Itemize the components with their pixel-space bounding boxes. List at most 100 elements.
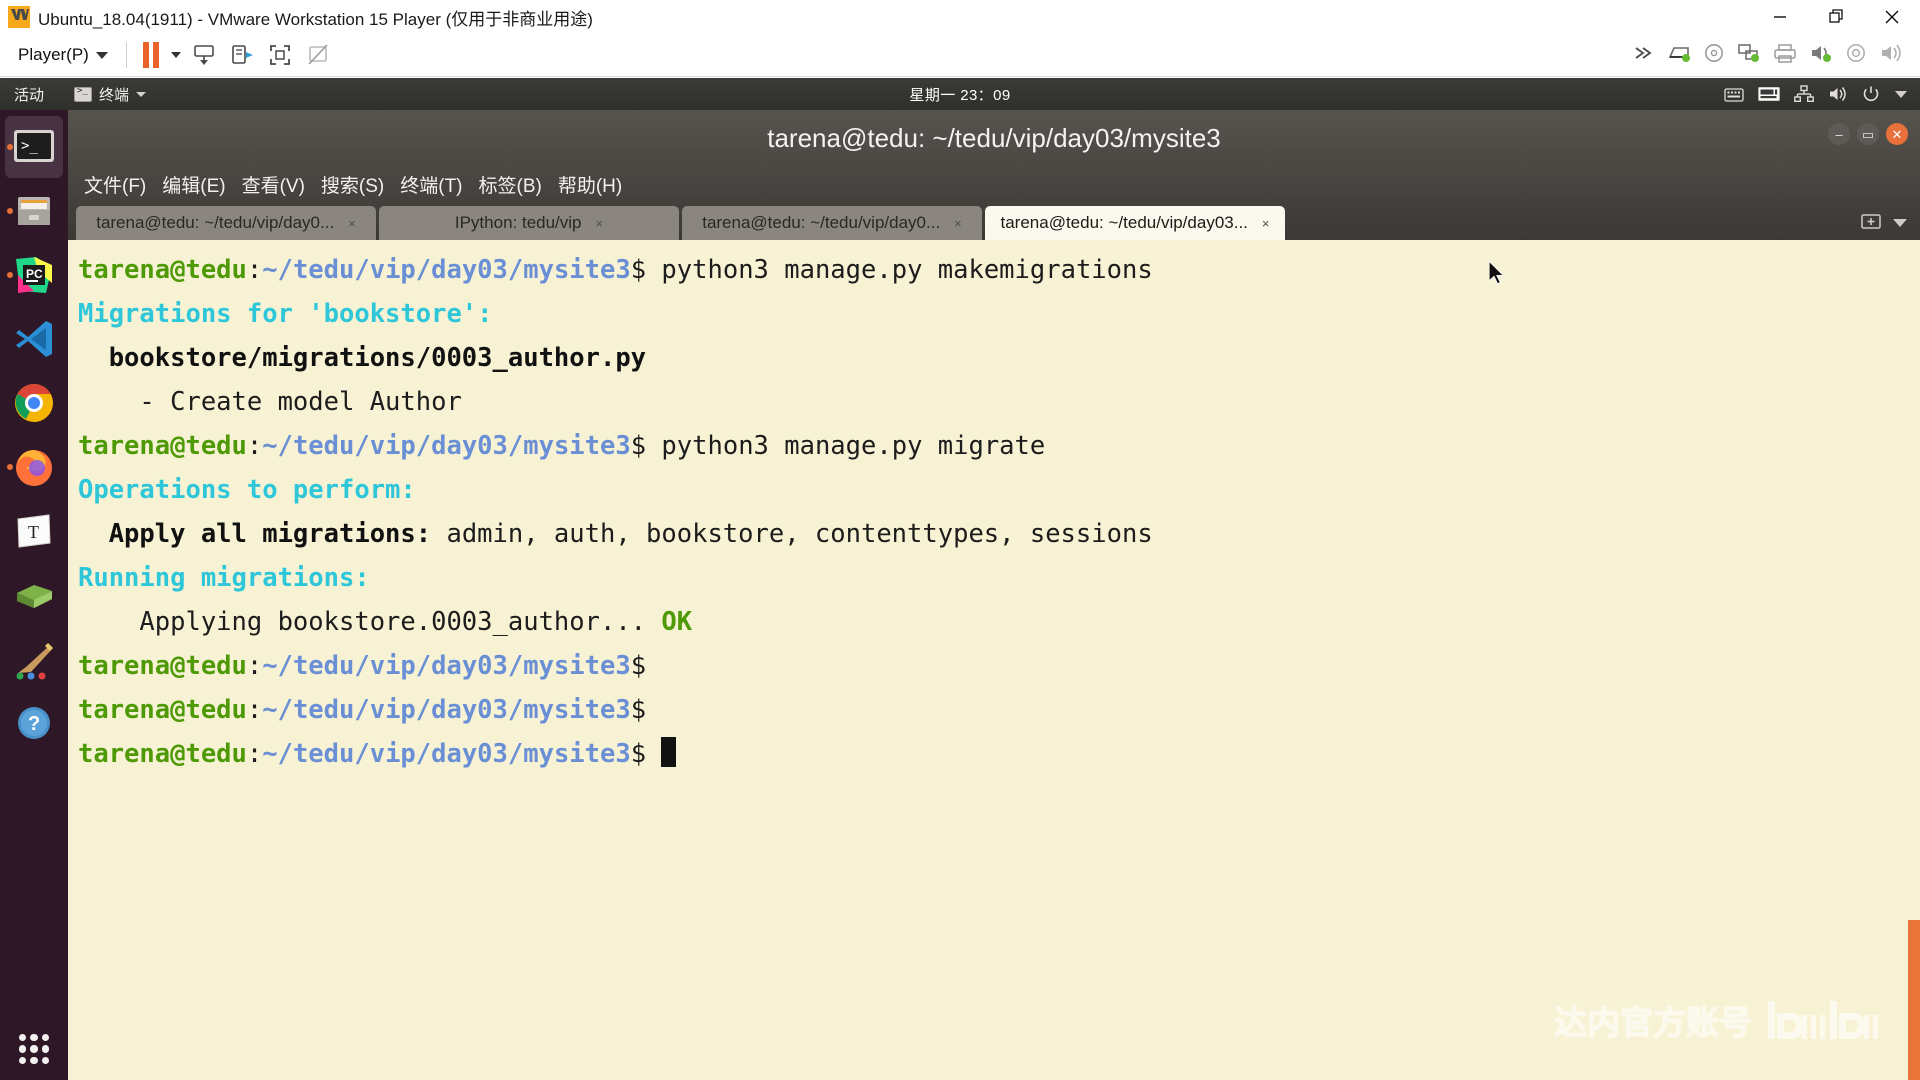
full-screen-icon[interactable] <box>261 38 299 72</box>
bilibili-logo-icon <box>1766 997 1886 1043</box>
tab-close-icon[interactable]: × <box>596 216 604 231</box>
terminal-line-4: - Create model Author <box>78 380 1920 424</box>
output-value: admin, auth, bookstore, contenttypes, se… <box>431 519 1153 549</box>
tab-close-icon[interactable]: × <box>348 216 356 231</box>
ubuntu-dock: >_ PC T ? <box>0 110 68 1080</box>
vmware-toolbar: Player(P) <box>0 34 1920 77</box>
close-icon[interactable] <box>1864 0 1920 34</box>
vmware-window-title: Ubuntu_18.04(1911) - VMware Workstation … <box>38 9 593 29</box>
menu-help[interactable]: 帮助(H) <box>558 171 622 198</box>
vmware-window-controls <box>1752 0 1920 34</box>
prompt-path: ~/tedu/vip/day03/mysite3 <box>262 431 631 461</box>
dock-item-firefox[interactable] <box>5 436 63 498</box>
minimize-icon[interactable] <box>1752 0 1808 34</box>
files-icon <box>18 197 50 225</box>
player-menu-button[interactable]: Player(P) <box>12 42 114 68</box>
menu-terminal[interactable]: 终端(T) <box>400 171 462 198</box>
app-menu-button[interactable]: 终端 <box>74 84 147 105</box>
svg-text:?: ? <box>28 713 40 735</box>
google-chrome-icon <box>15 384 53 422</box>
terminal-icon: >_ <box>14 130 54 162</box>
dock-item-help[interactable]: ? <box>5 692 63 754</box>
volume-icon[interactable] <box>1828 85 1848 103</box>
running-indicator-dot <box>7 144 13 150</box>
menu-edit[interactable]: 编辑(E) <box>162 171 225 198</box>
terminal-scrollbar[interactable] <box>1908 920 1920 1080</box>
tab-close-icon[interactable]: × <box>954 216 962 231</box>
menu-view[interactable]: 查看(V) <box>242 171 305 198</box>
dock-item-files[interactable] <box>5 180 63 242</box>
onscreen-keyboard-icon[interactable] <box>1724 86 1744 102</box>
terminal-close-button[interactable]: ✕ <box>1886 123 1908 145</box>
menu-file[interactable]: 文件(F) <box>84 171 146 198</box>
running-indicator-dot <box>7 272 13 278</box>
prompt-sigil: $ <box>630 431 647 461</box>
output-text: - Create model Author <box>78 387 462 417</box>
terminal-titlebar: tarena@tedu: ~/tedu/vip/day03/mysite3 – … <box>68 110 1920 166</box>
menu-tabs[interactable]: 标签(B) <box>479 171 542 198</box>
terminal-tab-1[interactable]: tarena@tedu: ~/tedu/vip/day0... × <box>76 206 376 240</box>
dock-item-terminal[interactable]: >_ <box>5 116 63 178</box>
terminal-output-area[interactable]: tarena@tedu:~/tedu/vip/day03/mysite3$ py… <box>68 240 1920 1080</box>
power-icon[interactable] <box>1862 85 1880 103</box>
prompt-sigil: $ <box>630 739 647 769</box>
vmware-device-icons <box>1632 34 1904 77</box>
terminal-line-7: Apply all migrations: admin, auth, books… <box>78 512 1920 556</box>
dock-item-text-editor[interactable]: T <box>5 500 63 562</box>
network-adapter-icon[interactable] <box>1736 42 1762 69</box>
terminal-maximize-button[interactable]: ▭ <box>1857 123 1879 145</box>
dock-item-chrome[interactable] <box>5 372 63 434</box>
player-menu-label: Player(P) <box>18 45 89 64</box>
printer-icon[interactable] <box>1772 42 1798 69</box>
books-icon <box>17 585 52 608</box>
pause-icon-second-bar <box>152 42 159 68</box>
add-tab-icon[interactable] <box>1860 211 1882 236</box>
unity-mode-icon[interactable] <box>223 38 261 72</box>
speaker-icon[interactable] <box>1878 42 1904 69</box>
network-icon[interactable] <box>1794 85 1814 103</box>
terminal-cursor <box>661 737 677 767</box>
tab-close-icon[interactable]: × <box>1262 216 1270 231</box>
clock-datetime[interactable]: 星期一 23：09 <box>909 84 1010 105</box>
tab-label: tarena@tedu: ~/tedu/vip/day0... <box>96 213 335 232</box>
keyboard-layout-icon[interactable] <box>1758 86 1780 102</box>
terminal-minimize-button[interactable]: – <box>1828 123 1850 145</box>
restore-icon[interactable] <box>1808 0 1864 34</box>
sound-card-icon[interactable] <box>1808 42 1834 69</box>
prompt-user-host: tarena@tedu <box>78 695 247 725</box>
disconnect-display-icon[interactable] <box>299 38 337 72</box>
tab-label: tarena@tedu: ~/tedu/vip/day03... <box>1000 213 1248 232</box>
prompt-colon: : <box>246 255 263 285</box>
prompt-path: ~/tedu/vip/day03/mysite3 <box>262 651 631 681</box>
terminal-tab-2[interactable]: IPython: tedu/vip × <box>379 206 679 240</box>
hard-disk-icon[interactable] <box>1666 42 1692 69</box>
expand-toolbar-icon[interactable] <box>1632 43 1656 68</box>
send-ctrl-alt-del-icon[interactable] <box>185 38 223 72</box>
system-tray <box>1724 85 1908 103</box>
chevron-down-icon[interactable] <box>1892 215 1908 233</box>
dock-item-pycharm[interactable]: PC <box>5 244 63 306</box>
prompt-colon: : <box>246 431 263 461</box>
usb-controller-icon[interactable] <box>1844 42 1868 69</box>
terminal-tab-3[interactable]: tarena@tedu: ~/tedu/vip/day0... × <box>682 206 982 240</box>
prompt-colon: : <box>246 695 263 725</box>
prompt-user-host: tarena@tedu <box>78 431 247 461</box>
menu-search[interactable]: 搜索(S) <box>321 171 384 198</box>
dock-item-vscode[interactable] <box>5 308 63 370</box>
output-text: Migrations for 'bookstore': <box>78 299 493 329</box>
cd-dvd-icon[interactable] <box>1702 42 1726 69</box>
terminal-tab-4[interactable]: tarena@tedu: ~/tedu/vip/day03... × <box>985 206 1285 240</box>
dock-item-paint[interactable] <box>5 628 63 690</box>
watermark-text: 达内官方账号 <box>1554 1004 1752 1041</box>
prompt-path: ~/tedu/vip/day03/mysite3 <box>262 739 631 769</box>
system-menu-caret-icon[interactable] <box>1894 89 1908 99</box>
terminal-line-2: Migrations for 'bookstore': <box>78 292 1920 336</box>
prompt-colon: : <box>246 651 263 681</box>
pause-button[interactable] <box>139 42 185 68</box>
show-applications-grid-icon[interactable] <box>19 1034 49 1064</box>
mouse-pointer-icon <box>1488 259 1509 294</box>
dock-item-books[interactable] <box>5 564 63 626</box>
terminal-header: tarena@tedu: ~/tedu/vip/day03/mysite3 – … <box>68 110 1920 240</box>
output-text: bookstore/migrations/0003_author.py <box>78 343 647 373</box>
activities-button[interactable]: 活动 <box>14 84 44 105</box>
